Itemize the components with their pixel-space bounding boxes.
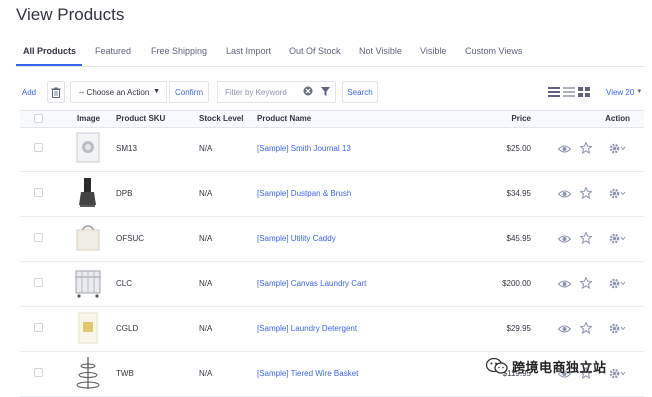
product-image[interactable] xyxy=(72,220,104,256)
tab-custom-views[interactable]: Custom Views xyxy=(465,46,522,56)
visibility-eye-icon[interactable] xyxy=(557,141,572,159)
product-sku: OFSUC xyxy=(116,234,144,243)
visibility-eye-icon[interactable] xyxy=(557,276,572,294)
product-name-link[interactable]: [Sample] Laundry Detergent xyxy=(257,324,357,333)
tab-all-products[interactable]: All Products xyxy=(23,46,76,56)
gear-icon[interactable] xyxy=(609,276,627,294)
featured-star-icon[interactable] xyxy=(579,231,593,249)
select-all-checkbox[interactable] xyxy=(34,114,43,123)
product-sku: CGLD xyxy=(116,324,139,333)
product-price: $34.95 xyxy=(506,189,531,198)
header-action: Action xyxy=(605,114,630,123)
header-name[interactable]: Product Name xyxy=(257,114,311,123)
watermark: 跨境电商独立站 xyxy=(486,353,646,379)
gear-icon[interactable] xyxy=(609,321,627,339)
product-name-link[interactable]: [Sample] Utility Caddy xyxy=(257,234,336,243)
tab-last-import[interactable]: Last Import xyxy=(226,46,271,56)
stock-level: N/A xyxy=(199,324,213,333)
visibility-eye-icon[interactable] xyxy=(557,321,572,339)
row-checkbox[interactable] xyxy=(34,323,43,332)
chevron-down-icon: ▼ xyxy=(636,89,643,95)
featured-star-icon[interactable] xyxy=(579,141,593,159)
table-view-icon[interactable] xyxy=(578,86,590,98)
product-name-link[interactable]: [Sample] Smith Journal 13 xyxy=(257,144,351,153)
visibility-eye-icon[interactable] xyxy=(557,186,572,204)
table-row: CLC N/A [Sample] Canvas Laundry Cart $200.0… xyxy=(20,261,644,307)
product-name-link[interactable]: [Sample] Tiered Wire Basket xyxy=(257,369,358,378)
list-view-icon[interactable] xyxy=(563,86,575,98)
featured-star-icon[interactable] xyxy=(579,276,593,294)
tab-visible[interactable]: Visible xyxy=(420,46,446,56)
product-name-link[interactable]: [Sample] Dustpan & Brush xyxy=(257,189,351,198)
stock-level: N/A xyxy=(199,144,213,153)
product-price: $25.00 xyxy=(506,144,531,153)
gear-icon[interactable] xyxy=(609,141,627,159)
action-select[interactable]: -- Choose an Action ▼ xyxy=(70,81,167,103)
product-price: $200.00 xyxy=(502,279,531,288)
product-image[interactable] xyxy=(72,310,104,346)
chevron-down-icon: ▼ xyxy=(153,88,160,95)
view-count-select[interactable]: View 20 ▼ xyxy=(606,81,646,103)
gear-icon[interactable] xyxy=(609,186,627,204)
product-image[interactable] xyxy=(72,175,104,211)
active-tab-indicator xyxy=(16,64,82,66)
table-row: CGLD N/A [Sample] Laundry Detergent $29.95 xyxy=(20,306,644,352)
featured-star-icon[interactable] xyxy=(579,321,593,339)
tab-free-shipping[interactable]: Free Shipping xyxy=(151,46,207,56)
add-button[interactable]: Add xyxy=(16,81,42,103)
delete-button[interactable] xyxy=(47,81,65,103)
gear-icon[interactable] xyxy=(609,231,627,249)
tab-featured[interactable]: Featured xyxy=(95,46,131,56)
row-checkbox[interactable] xyxy=(34,278,43,287)
clear-icon[interactable] xyxy=(303,86,313,96)
row-checkbox[interactable] xyxy=(34,233,43,242)
visibility-eye-icon[interactable] xyxy=(557,231,572,249)
tab-not-visible[interactable]: Not Visible xyxy=(359,46,402,56)
page-title: View Products xyxy=(16,5,125,24)
product-sku: DPB xyxy=(116,189,133,198)
stock-level: N/A xyxy=(199,189,213,198)
table-row: SM13 N/A [Sample] Smith Journal 13 $25.00 xyxy=(20,126,644,172)
search-button[interactable]: Search xyxy=(342,81,378,103)
product-sku: CLC xyxy=(116,279,133,288)
header-stock[interactable]: Stock Level xyxy=(199,114,243,123)
tab-bar: All Products Featured Free Shipping Last… xyxy=(16,40,644,67)
header-image: Image xyxy=(77,114,101,123)
grid-view-icon[interactable] xyxy=(548,86,560,98)
confirm-button[interactable]: Confirm xyxy=(169,81,209,103)
stock-level: N/A xyxy=(199,234,213,243)
stock-level: N/A xyxy=(199,369,213,378)
filter-input-placeholder: Filter by Keyword xyxy=(225,87,287,97)
product-price: $45.95 xyxy=(506,234,531,243)
row-checkbox[interactable] xyxy=(34,143,43,152)
header-price[interactable]: Price xyxy=(511,114,531,123)
filter-input[interactable]: Filter by Keyword xyxy=(217,81,336,103)
toolbar: Add -- Choose an Action ▼ Confirm Filter… xyxy=(16,81,646,105)
tab-out-of-stock[interactable]: Out Of Stock xyxy=(289,46,341,56)
row-checkbox[interactable] xyxy=(34,188,43,197)
trash-icon xyxy=(51,87,61,98)
featured-star-icon[interactable] xyxy=(579,186,593,204)
view-count-label: View 20 xyxy=(606,87,635,97)
action-select-value: -- Choose an Action xyxy=(79,87,150,97)
stock-level: N/A xyxy=(199,279,213,288)
product-sku: SM13 xyxy=(116,144,137,153)
product-image[interactable] xyxy=(72,355,104,391)
wechat-icon xyxy=(486,357,508,374)
table-row: DPB N/A [Sample] Dustpan & Brush $34.95 xyxy=(20,171,644,217)
product-price: $29.95 xyxy=(506,324,531,333)
header-sku[interactable]: Product SKU xyxy=(116,114,165,123)
filter-icon[interactable] xyxy=(321,87,330,96)
product-name-link[interactable]: [Sample] Canvas Laundry Cart xyxy=(257,279,366,288)
row-checkbox[interactable] xyxy=(34,368,43,377)
product-image[interactable] xyxy=(72,130,104,166)
product-image[interactable] xyxy=(72,265,104,301)
product-sku: TWB xyxy=(116,369,134,378)
watermark-text: 跨境电商独立站 xyxy=(512,359,607,375)
table-row: OFSUC N/A [Sample] Utility Caddy $45.95 xyxy=(20,216,644,262)
